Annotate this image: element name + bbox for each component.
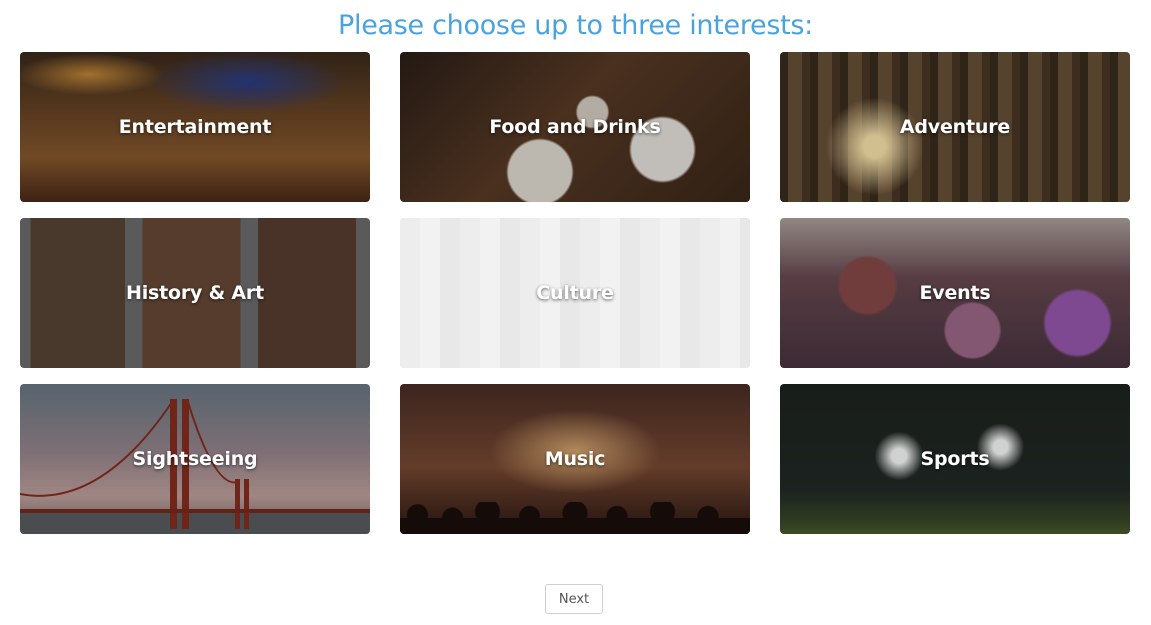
interest-label: Events [919, 282, 991, 304]
interest-tile-sports[interactable]: Sports [780, 384, 1130, 534]
interest-label: Adventure [899, 116, 1011, 138]
interest-label: Music [544, 448, 606, 470]
interest-tile-events[interactable]: Events [780, 218, 1130, 368]
interest-label: Sports [920, 448, 990, 470]
interest-tile-culture[interactable]: Culture [400, 218, 750, 368]
interest-label: Sightseeing [132, 448, 258, 470]
interest-tile-adventure[interactable]: Adventure [780, 52, 1130, 202]
interest-tile-history-art[interactable]: History & Art [20, 218, 370, 368]
interest-label: History & Art [126, 282, 264, 304]
interest-label: Entertainment [118, 116, 272, 138]
page-title: Please choose up to three interests: [338, 10, 813, 41]
interest-tile-music[interactable]: Music [400, 384, 750, 534]
interest-label: Culture [536, 282, 614, 304]
interest-tile-sightseeing[interactable]: Sightseeing [20, 384, 370, 534]
next-button[interactable]: Next [545, 584, 603, 614]
interest-tile-food-and-drinks[interactable]: Food and Drinks [400, 52, 750, 202]
interest-tile-entertainment[interactable]: Entertainment [20, 52, 370, 202]
interests-grid: Entertainment Food and Drinks Adventure … [20, 52, 1130, 534]
interest-label: Food and Drinks [489, 116, 661, 138]
